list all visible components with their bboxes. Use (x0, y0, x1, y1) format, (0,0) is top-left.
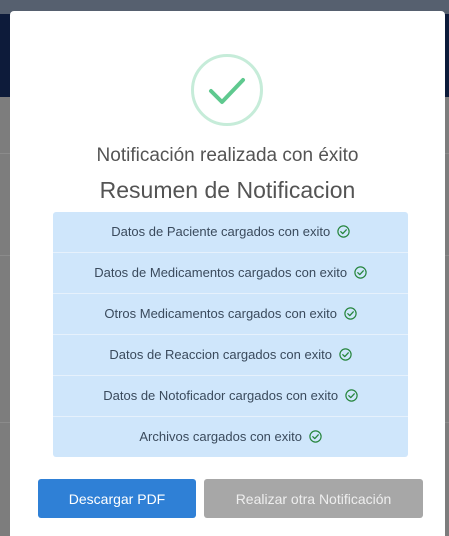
check-circle-icon (354, 266, 367, 279)
summary-item-label: Otros Medicamentos cargados con exito (104, 306, 338, 321)
summary-item-notificador: Datos de Notoficador cargados con exito (53, 376, 408, 417)
summary-item-label: Datos de Reaccion cargados con exito (109, 347, 332, 362)
check-circle-icon (345, 389, 358, 402)
modal-title: Notificación realizada con éxito (96, 145, 359, 166)
summary-item-paciente: Datos de Paciente cargados con exito (53, 212, 408, 253)
download-pdf-button[interactable]: Descargar PDF (38, 479, 196, 518)
summary-item-label: Datos de Notoficador cargados con exito (103, 388, 339, 403)
check-circle-icon (338, 348, 352, 361)
summary-item-archivos: Archivos cargados con exito (53, 417, 408, 457)
success-check-icon (191, 54, 263, 126)
summary-list: Datos de Paciente cargados con exito Dat… (53, 212, 408, 457)
check-circle-icon (337, 225, 350, 238)
summary-item-medicamentos: Datos de Medicamentos cargados con exito (53, 253, 408, 294)
summary-item-label: Archivos cargados con exito (139, 429, 302, 444)
success-modal: Notificación realizada con éxito Resumen… (10, 11, 445, 536)
check-icon (209, 78, 245, 104)
summary-heading: Resumen de Notificacion (99, 177, 356, 203)
summary-item-label: Datos de Medicamentos cargados con exito (94, 265, 348, 280)
new-notification-button[interactable]: Realizar otra Notificación (204, 479, 423, 518)
summary-item-otros-medicamentos: Otros Medicamentos cargados con exito (53, 294, 408, 335)
check-circle-icon (308, 430, 322, 443)
summary-item-label: Datos de Paciente cargados con exito (111, 224, 331, 239)
check-circle-icon (343, 307, 357, 320)
summary-item-reaccion: Datos de Reaccion cargados con exito (53, 335, 408, 376)
